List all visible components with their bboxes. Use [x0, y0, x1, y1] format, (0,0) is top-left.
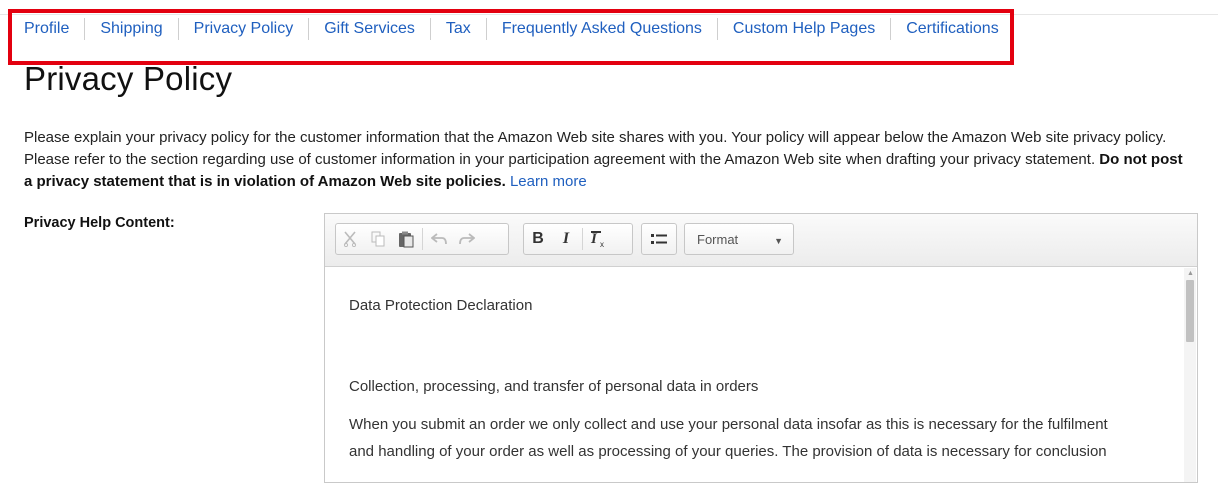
toolbar-separator [582, 228, 583, 250]
page-description: Please explain your privacy policy for t… [24, 127, 1184, 193]
italic-button[interactable]: I [552, 224, 580, 254]
format-dropdown-label: Format [697, 231, 739, 247]
basic-styles-group: B I Ix [523, 223, 633, 255]
dropdown-caret-icon: ▼ [774, 236, 783, 246]
undo-icon[interactable] [425, 224, 453, 254]
tabs-highlight-box [8, 9, 1014, 65]
scroll-thumb[interactable] [1186, 280, 1194, 342]
format-dropdown[interactable]: Format ▼ [684, 223, 794, 255]
scroll-up-arrow-icon[interactable]: ▲ [1187, 270, 1194, 277]
content-line: Data Protection Declaration [349, 297, 533, 314]
learn-more-link[interactable]: Learn more [510, 173, 587, 190]
editor-scrollbar[interactable]: ▲ [1184, 268, 1196, 482]
description-text: Please explain your privacy policy for t… [24, 129, 1167, 168]
privacy-help-content-label: Privacy Help Content: [24, 215, 175, 231]
editor-content-area[interactable]: Data Protection Declaration Collection, … [325, 267, 1183, 482]
redo-icon[interactable] [453, 224, 481, 254]
content-line: Collection, processing, and transfer of … [349, 378, 759, 395]
svg-text:x: x [600, 240, 604, 248]
bold-button[interactable]: B [524, 224, 552, 254]
list-group [641, 223, 677, 255]
content-line: When you submit an order we only collect… [349, 416, 1108, 433]
content-line: and handling of your order as well as pr… [349, 443, 1107, 460]
clipboard-history-group [335, 223, 509, 255]
editor-toolbar: B I Ix Format ▼ [325, 214, 1197, 267]
rich-text-editor: B I Ix Format ▼ Data Protection Declarat… [324, 213, 1198, 483]
remove-format-icon[interactable]: Ix [585, 224, 613, 254]
copy-icon[interactable] [364, 224, 392, 254]
paste-icon[interactable] [392, 224, 420, 254]
svg-text:I: I [590, 231, 598, 247]
page-title: Privacy Policy [24, 60, 233, 97]
bulleted-list-icon[interactable] [645, 224, 673, 254]
cut-icon[interactable] [336, 224, 364, 254]
toolbar-separator [422, 228, 423, 250]
